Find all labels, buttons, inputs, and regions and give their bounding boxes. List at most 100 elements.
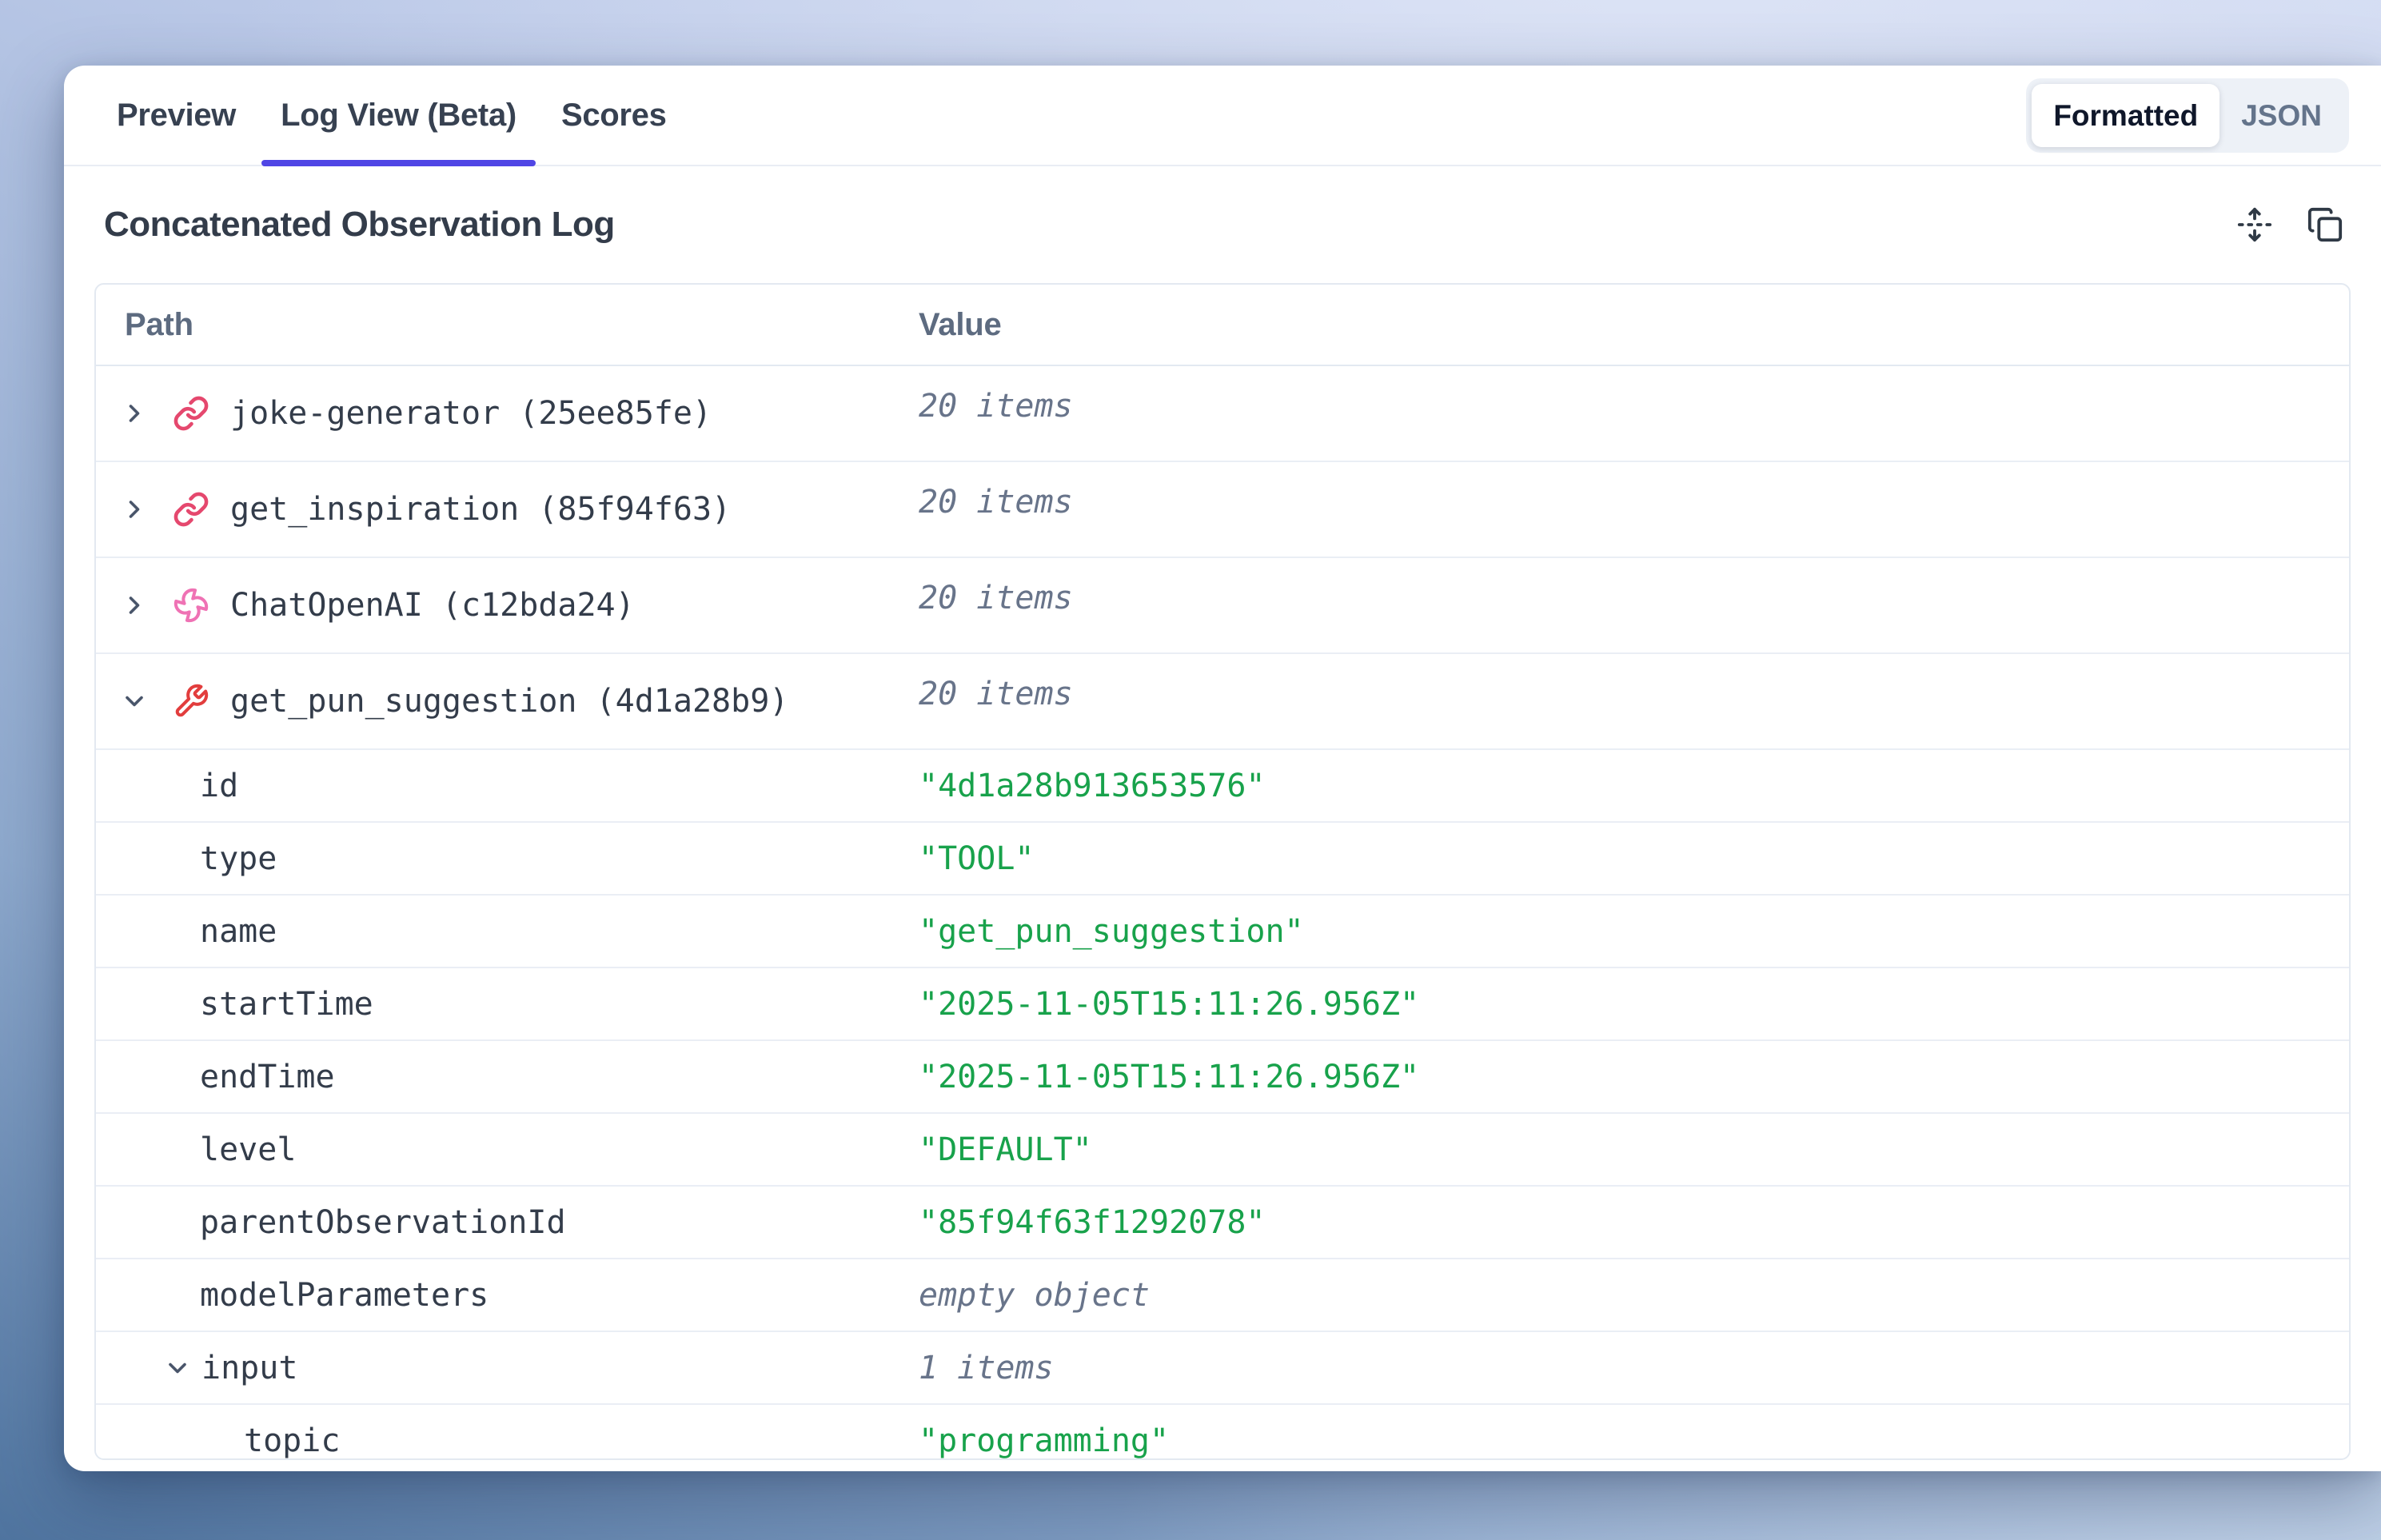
row-value: "4d1a28b913653576": [919, 768, 1265, 804]
table-row[interactable]: joke-generator (25ee85fe) 20 items: [96, 366, 2349, 462]
expand-rows-button[interactable]: [2234, 204, 2275, 245]
table-row[interactable]: input 1 items: [96, 1332, 2349, 1405]
row-label: name: [200, 913, 277, 950]
row-value: "2025-11-05T15:11:26.956Z": [919, 986, 1419, 1023]
row-label: endTime: [200, 1059, 335, 1095]
row-value: 1 items: [919, 1350, 1054, 1386]
path-cell: type: [96, 823, 915, 894]
table-row[interactable]: ChatOpenAI (c12bda24) 20 items: [96, 558, 2349, 654]
row-label: ChatOpenAI (c12bda24): [230, 587, 635, 624]
row-value: empty object: [919, 1277, 1150, 1314]
value-cell: "85f94f63f1292078": [915, 1187, 2349, 1258]
value-cell: 20 items: [915, 654, 2349, 748]
table-row[interactable]: get_pun_suggestion (4d1a28b9) 20 items: [96, 654, 2349, 750]
path-cell: topic: [96, 1405, 915, 1460]
toggle-option-json[interactable]: JSON: [2219, 84, 2343, 147]
chevron-down-icon[interactable]: [120, 687, 149, 716]
row-label: get_pun_suggestion (4d1a28b9): [230, 683, 788, 720]
value-cell: "TOOL": [915, 823, 2349, 894]
row-value: 20 items: [919, 580, 1073, 616]
wrench-icon: [173, 683, 209, 720]
row-label: input: [201, 1350, 297, 1386]
chain-link-icon: [173, 491, 209, 528]
path-cell: parentObservationId: [96, 1187, 915, 1258]
row-label: level: [200, 1131, 296, 1168]
row-label: type: [200, 840, 277, 877]
table-row[interactable]: get_inspiration (85f94f63) 20 items: [96, 462, 2349, 558]
path-cell: endTime: [96, 1041, 915, 1112]
table-row[interactable]: id "4d1a28b913653576": [96, 750, 2349, 823]
value-cell: 20 items: [915, 462, 2349, 557]
page-title: Concatenated Observation Log: [104, 205, 615, 245]
tab-scores[interactable]: Scores: [540, 66, 688, 165]
row-value: 20 items: [919, 676, 1073, 712]
table-body: joke-generator (25ee85fe) 20 items get_i…: [96, 366, 2349, 1460]
value-cell: empty object: [915, 1259, 2349, 1331]
row-value: "TOOL": [919, 840, 1035, 877]
row-value: 20 items: [919, 484, 1073, 521]
row-label: topic: [244, 1422, 340, 1459]
path-cell: get_inspiration (85f94f63): [96, 462, 915, 557]
panel-header: Concatenated Observation Log: [64, 166, 2381, 283]
table-row[interactable]: level "DEFAULT": [96, 1114, 2349, 1187]
copy-icon: [2307, 206, 2343, 243]
format-toggle: Formatted JSON: [2026, 78, 2349, 153]
row-value: "programming": [919, 1422, 1169, 1459]
value-cell: 1 items: [915, 1332, 2349, 1403]
row-label: id: [200, 768, 238, 804]
unfold-vertical-icon: [2236, 206, 2273, 243]
tab-list: Preview Log View (Beta) Scores: [96, 66, 688, 165]
observation-log-table: Path Value joke-generator (25ee85fe) 20 …: [94, 283, 2351, 1460]
column-header-path: Path: [96, 307, 915, 343]
row-value: "DEFAULT": [919, 1131, 1092, 1168]
row-label: startTime: [200, 986, 373, 1023]
chain-link-icon: [173, 395, 209, 432]
chevron-down-icon[interactable]: [163, 1354, 192, 1382]
row-label: joke-generator (25ee85fe): [230, 395, 712, 432]
tab-log-view[interactable]: Log View (Beta): [260, 66, 537, 165]
table-row[interactable]: endTime "2025-11-05T15:11:26.956Z": [96, 1041, 2349, 1114]
path-cell: modelParameters: [96, 1259, 915, 1331]
value-cell: 20 items: [915, 366, 2349, 461]
copy-button[interactable]: [2304, 204, 2346, 245]
table-row[interactable]: modelParameters empty object: [96, 1259, 2349, 1332]
row-value: "get_pun_suggestion": [919, 913, 1304, 950]
chevron-right-icon[interactable]: [120, 591, 149, 620]
table-row[interactable]: type "TOOL": [96, 823, 2349, 896]
path-cell: level: [96, 1114, 915, 1185]
toggle-option-formatted[interactable]: Formatted: [2032, 84, 2219, 147]
row-label: parentObservationId: [200, 1204, 566, 1241]
table-row[interactable]: parentObservationId "85f94f63f1292078": [96, 1187, 2349, 1259]
value-cell: "get_pun_suggestion": [915, 896, 2349, 967]
value-cell: "4d1a28b913653576": [915, 750, 2349, 821]
value-cell: "2025-11-05T15:11:26.956Z": [915, 968, 2349, 1039]
panel-actions: [2234, 204, 2346, 245]
path-cell: input: [96, 1332, 915, 1403]
pinwheel-icon: [173, 587, 209, 624]
trace-detail-card: Preview Log View (Beta) Scores Formatted…: [64, 66, 2381, 1471]
value-cell: 20 items: [915, 558, 2349, 652]
value-cell: "programming": [915, 1405, 2349, 1460]
path-cell: joke-generator (25ee85fe): [96, 366, 915, 461]
column-header-value: Value: [915, 307, 2349, 343]
chevron-right-icon[interactable]: [120, 399, 149, 428]
path-cell: id: [96, 750, 915, 821]
tab-bar: Preview Log View (Beta) Scores Formatted…: [64, 66, 2381, 166]
path-cell: get_pun_suggestion (4d1a28b9): [96, 654, 915, 748]
row-label: get_inspiration (85f94f63): [230, 491, 731, 528]
table-row[interactable]: topic "programming": [96, 1405, 2349, 1460]
table-row[interactable]: startTime "2025-11-05T15:11:26.956Z": [96, 968, 2349, 1041]
row-label: modelParameters: [200, 1277, 489, 1314]
row-value: 20 items: [919, 388, 1073, 425]
row-value: "85f94f63f1292078": [919, 1204, 1265, 1241]
path-cell: name: [96, 896, 915, 967]
value-cell: "DEFAULT": [915, 1114, 2349, 1185]
value-cell: "2025-11-05T15:11:26.956Z": [915, 1041, 2349, 1112]
chevron-right-icon[interactable]: [120, 495, 149, 524]
table-header-row: Path Value: [96, 285, 2349, 366]
table-row[interactable]: name "get_pun_suggestion": [96, 896, 2349, 968]
path-cell: ChatOpenAI (c12bda24): [96, 558, 915, 652]
tab-preview[interactable]: Preview: [96, 66, 257, 165]
path-cell: startTime: [96, 968, 915, 1039]
row-value: "2025-11-05T15:11:26.956Z": [919, 1059, 1419, 1095]
